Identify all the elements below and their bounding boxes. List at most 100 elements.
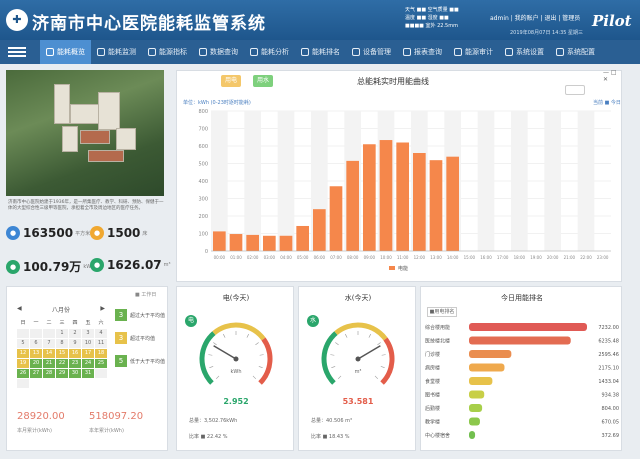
calendar-day[interactable]: 14	[43, 349, 55, 358]
calendar-day[interactable]: 25	[95, 359, 107, 368]
calendar-day[interactable]: 30	[69, 369, 81, 378]
menu-icon[interactable]	[8, 45, 26, 59]
calendar-day[interactable]: 17	[82, 349, 94, 358]
nav-item-7[interactable]: 报表查询	[397, 40, 448, 64]
bar[interactable]	[379, 140, 393, 251]
gauge-tick	[223, 333, 226, 338]
calendar-day[interactable]: 10	[82, 339, 94, 348]
nav-item-9[interactable]: 系统设置	[499, 40, 550, 64]
calendar-day[interactable]: 22	[56, 359, 68, 368]
gauge-ratio: 比率 ■ 22.42 %	[189, 434, 228, 440]
legend-label[interactable]: 电能	[398, 265, 408, 272]
calendar-day[interactable]: 11	[95, 339, 107, 348]
brand-logo: Pilot	[592, 12, 632, 30]
x-tick-label: 16:00	[480, 255, 492, 260]
bar[interactable]	[363, 144, 376, 251]
rank-name: 教学楼	[425, 419, 440, 426]
calendar-day[interactable]	[43, 329, 55, 338]
calendar-day[interactable]: 13	[30, 349, 42, 358]
calendar-day[interactable]: 6	[30, 339, 42, 348]
gauge-arc	[334, 322, 388, 341]
calendar-day[interactable]: 19	[17, 359, 29, 368]
rank-bar[interactable]	[469, 336, 571, 345]
x-tick-label: 01:00	[230, 255, 242, 260]
calendar-day[interactable]: 31	[82, 369, 94, 378]
bar[interactable]	[313, 209, 326, 251]
panel-controls-icon[interactable]: — □ ✕	[603, 69, 621, 83]
calendar-day[interactable]: 7	[43, 339, 55, 348]
nav-item-1[interactable]: 能耗监测	[91, 40, 142, 64]
calendar-day[interactable]: 15	[56, 349, 68, 358]
chart-toolbar-icon[interactable]	[565, 85, 585, 95]
calendar-day[interactable]: 12	[17, 349, 29, 358]
calendar-day[interactable]	[30, 329, 42, 338]
x-tick-label: 08:00	[347, 255, 359, 260]
nav-item-8[interactable]: 能源审计	[448, 40, 499, 64]
bar[interactable]	[329, 186, 343, 251]
rank-value: 670.05	[602, 420, 620, 426]
water-button[interactable]: 用水	[253, 75, 273, 87]
user-links[interactable]: admin | 我的账户 | 退出 | 管理员	[490, 13, 580, 22]
bar[interactable]	[213, 231, 226, 251]
nav-item-6[interactable]: 设备管理	[346, 40, 397, 64]
calendar-day[interactable]: 26	[17, 369, 29, 378]
calendar-day[interactable]: 1	[56, 329, 68, 338]
bar[interactable]	[263, 235, 276, 251]
rank-bar[interactable]	[469, 377, 493, 385]
ranking-tab[interactable]: ■用电排名	[427, 307, 457, 317]
calendar-month: 八月份	[51, 307, 70, 314]
rank-bar[interactable]	[469, 350, 512, 358]
column-band	[211, 111, 228, 251]
nav-item-label: 设备管理	[363, 48, 391, 56]
nav-item-3[interactable]: 数据查询	[193, 40, 244, 64]
rank-bar[interactable]	[469, 390, 485, 399]
rank-bar[interactable]	[469, 404, 483, 412]
bar[interactable]	[296, 225, 309, 251]
weather-row: 天气 ■■ 空气质量 ■■	[405, 7, 459, 13]
gauge-value: 2.952	[223, 397, 249, 406]
calendar-day[interactable]: 18	[95, 349, 107, 358]
calendar-day[interactable]: 9	[69, 339, 81, 348]
calendar-day[interactable]	[17, 329, 29, 338]
rank-bar[interactable]	[469, 431, 476, 439]
rank-bar[interactable]	[469, 323, 587, 331]
calendar-day[interactable]: 24	[82, 359, 94, 368]
nav-item-10[interactable]: 系统配置	[550, 40, 601, 64]
gauge-tick	[380, 366, 385, 368]
prev-month-icon[interactable]: ◀	[17, 305, 22, 315]
calendar-day[interactable]: 4	[95, 329, 107, 338]
calendar-day[interactable]: 29	[56, 369, 68, 378]
workday-tab[interactable]: ■ 工作日	[135, 291, 156, 298]
calendar-day[interactable]: 28	[43, 369, 55, 378]
calendar-day[interactable]: 3	[82, 329, 94, 338]
nav-item-2[interactable]: 能源指标	[142, 40, 193, 64]
calendar-day[interactable]: 21	[43, 359, 55, 368]
bar[interactable]	[429, 160, 443, 251]
bar[interactable]	[413, 153, 426, 251]
calendar-day[interactable]: 27	[30, 369, 42, 378]
rank-bar[interactable]	[469, 363, 505, 372]
electric-button[interactable]: 用电	[221, 75, 241, 87]
nav-item-icon	[148, 48, 156, 56]
calendar-day[interactable]	[17, 379, 29, 388]
electric-icon: ●	[6, 259, 20, 274]
calendar-day[interactable]: 2	[69, 329, 81, 338]
calendar-day[interactable]: 8	[56, 339, 68, 348]
calendar-day[interactable]: 16	[69, 349, 81, 358]
bar[interactable]	[246, 234, 259, 251]
bar[interactable]	[229, 234, 243, 251]
calendar-day[interactable]: 23	[69, 359, 81, 368]
calendar-day[interactable]	[95, 369, 107, 378]
nav-item-0[interactable]: 能耗概览	[40, 40, 91, 64]
next-month-icon[interactable]: ▶	[100, 305, 105, 315]
nav-item-5[interactable]: 能耗排名	[295, 40, 346, 64]
nav-item-4[interactable]: 能耗分析	[244, 40, 295, 64]
nav-item-icon	[454, 48, 462, 56]
calendar-day[interactable]: 5	[17, 339, 29, 348]
bar[interactable]	[346, 160, 359, 251]
calendar-day[interactable]: 20	[30, 359, 42, 368]
bar[interactable]	[279, 235, 293, 251]
bar[interactable]	[396, 142, 409, 252]
rank-bar[interactable]	[469, 417, 480, 426]
bar[interactable]	[446, 156, 459, 251]
